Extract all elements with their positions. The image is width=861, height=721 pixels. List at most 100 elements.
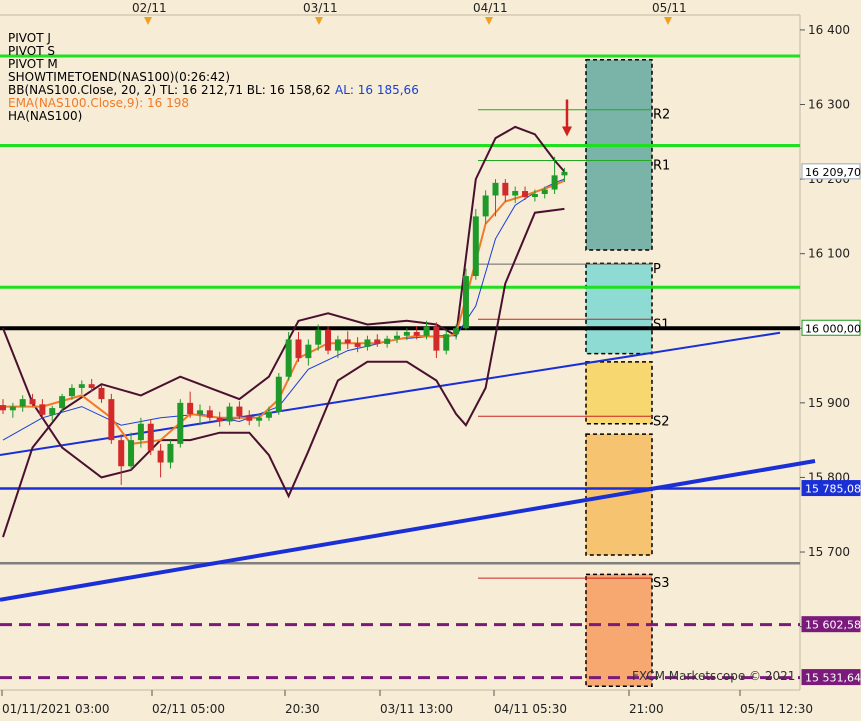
candle-body-46 bbox=[453, 328, 460, 335]
price-tag-label-0: 16 209,70 bbox=[805, 166, 861, 179]
candle-body-54 bbox=[531, 194, 538, 197]
candlestick-chart: R2R1PS1S2S3 16 40016 30016 20016 10016 0… bbox=[0, 0, 861, 721]
top-date-label-2: 04/11 bbox=[473, 1, 508, 15]
candle-body-12 bbox=[118, 440, 125, 467]
candle-body-45 bbox=[443, 334, 450, 351]
candle-body-31 bbox=[305, 344, 312, 359]
candle-body-35 bbox=[344, 339, 351, 344]
pivot-label-p: P bbox=[653, 262, 661, 277]
pivot-label-s1: S1 bbox=[653, 317, 670, 332]
candle-body-15 bbox=[147, 423, 154, 451]
y-tick-label-3: 16 100 bbox=[808, 247, 850, 261]
x-tick-label-6: 05/11 12:30 bbox=[740, 702, 813, 716]
candle-body-28 bbox=[275, 376, 282, 412]
candle-body-56 bbox=[551, 175, 558, 190]
top-date-label-3: 05/11 bbox=[652, 1, 687, 15]
chart-container: R2R1PS1S2S3 16 40016 30016 20016 10016 0… bbox=[0, 0, 861, 721]
pivot-zones bbox=[585, 59, 653, 688]
candle-body-14 bbox=[137, 423, 144, 441]
x-tick-label-3: 03/11 13:00 bbox=[380, 702, 453, 716]
price-tag-label-2: 15 785,08 bbox=[805, 483, 861, 496]
candle-body-33 bbox=[325, 329, 332, 351]
top-date-label-1: 03/11 bbox=[303, 1, 338, 15]
pivot-label-s3: S3 bbox=[653, 576, 670, 591]
candle-body-1 bbox=[9, 406, 16, 411]
candle-body-5 bbox=[49, 408, 56, 415]
candle-body-29 bbox=[285, 339, 292, 377]
candle-body-42 bbox=[413, 331, 420, 336]
legend-item-2: PIVOT M bbox=[8, 57, 58, 71]
price-tag-label-1: 16 000,00 bbox=[805, 322, 861, 335]
x-tick-label-2: 20:30 bbox=[285, 702, 320, 716]
price-tag-label-3: 15 602,58 bbox=[805, 619, 861, 632]
candle-body-16 bbox=[157, 450, 164, 463]
pivot-zone-0 bbox=[585, 59, 653, 251]
candle-body-37 bbox=[364, 339, 371, 347]
candle-body-18 bbox=[177, 402, 184, 444]
candle-body-53 bbox=[522, 191, 529, 197]
candle-body-0 bbox=[0, 405, 6, 411]
candle-body-50 bbox=[492, 182, 499, 196]
candle-body-39 bbox=[384, 338, 391, 344]
candle-body-41 bbox=[403, 331, 410, 336]
y-tick-label-0: 16 400 bbox=[808, 23, 850, 37]
y-tick-label-7: 15 700 bbox=[808, 545, 850, 559]
pivot-label-s2: S2 bbox=[653, 414, 670, 429]
pivot-zone-2 bbox=[585, 361, 653, 425]
candle-body-55 bbox=[541, 189, 548, 195]
candle-body-19 bbox=[187, 402, 194, 415]
candle-body-9 bbox=[88, 384, 95, 388]
legend-item-4-extra: AL: 16 185,66 bbox=[335, 83, 419, 97]
candle-body-48 bbox=[472, 216, 479, 277]
candle-body-6 bbox=[59, 396, 66, 409]
candle-body-34 bbox=[334, 339, 341, 351]
legend-item-4: BB(NAS100.Close, 20, 2) TL: 16 212,71 BL… bbox=[8, 83, 331, 97]
candle-body-40 bbox=[394, 335, 400, 339]
candle-body-27 bbox=[265, 411, 272, 418]
candle-body-2 bbox=[19, 399, 26, 407]
pivot-label-r1: R1 bbox=[653, 158, 670, 173]
candle-body-3 bbox=[29, 399, 36, 405]
candle-body-21 bbox=[206, 410, 213, 418]
candle-body-44 bbox=[433, 326, 440, 351]
candle-body-49 bbox=[482, 195, 489, 217]
candle-body-32 bbox=[315, 329, 322, 345]
candle-body-57 bbox=[561, 171, 568, 176]
x-tick-label-0: 01/11/2021 03:00 bbox=[2, 702, 110, 716]
y-tick-label-1: 16 300 bbox=[808, 98, 850, 112]
watermark: FXCM Marketscope © 2021 bbox=[632, 669, 795, 683]
candle-body-8 bbox=[78, 384, 85, 388]
x-tick-label-1: 02/11 05:00 bbox=[152, 702, 225, 716]
legend-item-0: PIVOT J bbox=[8, 31, 51, 45]
legend-item-3: SHOWTIMETOEND(NAS100)(0:26:42) bbox=[8, 70, 230, 84]
candle-body-17 bbox=[167, 443, 174, 463]
candle-body-47 bbox=[462, 276, 469, 329]
candle-body-4 bbox=[39, 404, 46, 415]
candle-body-7 bbox=[68, 387, 75, 397]
candle-body-38 bbox=[374, 339, 381, 344]
legend-item-6: HA(NAS100) bbox=[8, 109, 82, 123]
candle-body-22 bbox=[216, 417, 223, 422]
price-tag-label-4: 15 531,64 bbox=[805, 672, 861, 685]
candle-body-36 bbox=[354, 343, 361, 347]
candle-body-13 bbox=[128, 440, 135, 467]
candle-body-23 bbox=[226, 406, 233, 422]
candle-body-30 bbox=[295, 339, 302, 359]
candle-body-11 bbox=[108, 399, 115, 441]
x-tick-label-4: 04/11 05:30 bbox=[494, 702, 567, 716]
candle-body-51 bbox=[502, 182, 509, 196]
candle-body-25 bbox=[246, 416, 253, 421]
top-date-label-0: 02/11 bbox=[132, 1, 167, 15]
candle-body-52 bbox=[512, 191, 519, 196]
legend-item-1: PIVOT S bbox=[8, 44, 55, 58]
candle-body-26 bbox=[256, 417, 263, 421]
pivot-label-r2: R2 bbox=[653, 108, 670, 123]
pivot-zone-1 bbox=[585, 262, 653, 355]
x-tick-label-5: 21:00 bbox=[629, 702, 664, 716]
candle-body-43 bbox=[423, 326, 430, 336]
candle-body-24 bbox=[236, 406, 243, 417]
candle-body-10 bbox=[98, 387, 105, 400]
candle-body-20 bbox=[197, 410, 203, 415]
y-tick-label-5: 15 900 bbox=[808, 396, 850, 410]
legend-item-5: EMA(NAS100.Close,9): 16 198 bbox=[8, 96, 189, 110]
